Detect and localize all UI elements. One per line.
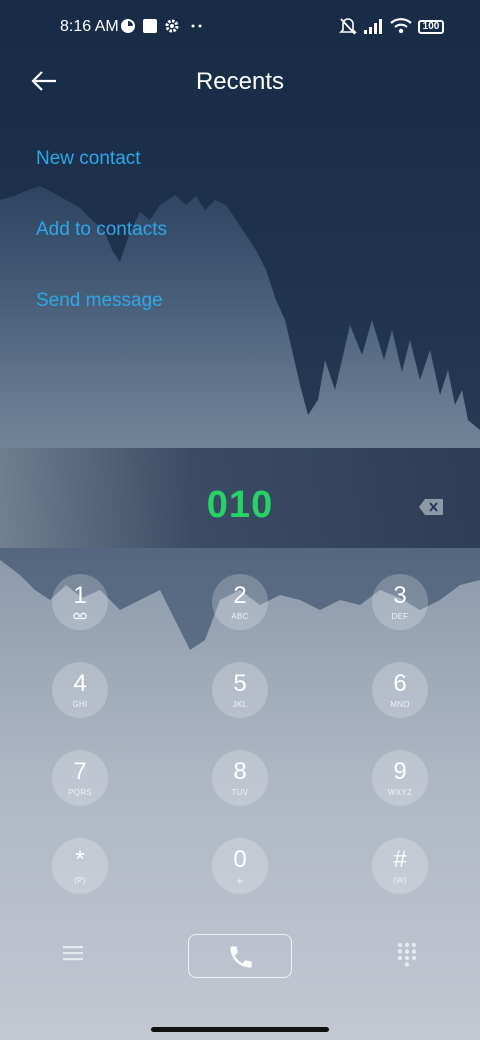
header: Recents [0, 56, 480, 106]
key-7[interactable]: 7 PQRS [52, 750, 108, 806]
key-digit: 2 [233, 582, 247, 609]
battery-icon: 100 [418, 20, 444, 34]
notification-square-icon [142, 16, 158, 36]
key-letters: JKL [232, 700, 248, 709]
key-hash[interactable]: # (W) [372, 838, 428, 894]
key-letters: (W) [393, 876, 407, 885]
status-time: 8:16 AM [60, 18, 119, 35]
key-letters: (P) [74, 876, 86, 885]
key-0[interactable]: 0 + [212, 838, 268, 894]
call-button[interactable] [188, 934, 292, 978]
more-dots-icon [190, 16, 204, 36]
key-star[interactable]: * (P) [52, 838, 108, 894]
dialpad-button[interactable] [396, 942, 418, 968]
key-letters: + [236, 874, 244, 888]
key-6[interactable]: 6 MNO [372, 662, 428, 718]
backspace-button[interactable] [418, 498, 444, 516]
dialed-number-panel: 010 [0, 448, 480, 548]
add-to-contacts-link[interactable]: Add to contacts [36, 219, 167, 241]
phone-icon [230, 946, 252, 968]
new-contact-link[interactable]: New contact [36, 148, 141, 170]
key-9[interactable]: 9 WXYZ [372, 750, 428, 806]
key-2[interactable]: 2 ABC [212, 574, 268, 630]
gear-icon [164, 16, 180, 36]
key-3[interactable]: 3 DEF [372, 574, 428, 630]
voicemail-icon [73, 612, 87, 620]
menu-icon [63, 946, 83, 961]
key-letters: TUV [231, 788, 249, 797]
dialpad-icon [397, 942, 417, 967]
key-letters: ABC [231, 612, 249, 621]
backspace-icon [419, 499, 443, 515]
key-1[interactable]: 1 [52, 574, 108, 630]
key-letters: PQRS [68, 788, 92, 797]
key-digit: 5 [233, 670, 247, 697]
home-indicator[interactable] [151, 1027, 329, 1032]
signal-icon [364, 16, 384, 36]
key-digit: 8 [233, 758, 247, 785]
key-letters: GHI [72, 700, 88, 709]
key-digit: 1 [73, 582, 87, 609]
page-title: Recents [195, 68, 285, 95]
key-letters: WXYZ [387, 788, 413, 797]
status-bar: 8:16 AM 100 [0, 0, 480, 56]
key-digit: 0 [233, 846, 247, 873]
wifi-icon [390, 16, 412, 36]
menu-button[interactable] [62, 944, 84, 962]
key-digit: 3 [393, 582, 407, 609]
dialed-number[interactable]: 010 [0, 484, 480, 527]
key-5[interactable]: 5 JKL [212, 662, 268, 718]
mute-icon [338, 16, 358, 36]
key-digit: # [393, 846, 407, 873]
key-letters: MNO [390, 700, 410, 709]
key-8[interactable]: 8 TUV [212, 750, 268, 806]
key-digit: 6 [393, 670, 407, 697]
vpn-icon [120, 16, 136, 36]
key-digit: 9 [393, 758, 407, 785]
bottom-bar [0, 930, 480, 980]
key-4[interactable]: 4 GHI [52, 662, 108, 718]
key-digit: 4 [73, 670, 87, 697]
key-digit: 7 [73, 758, 87, 785]
send-message-link[interactable]: Send message [36, 290, 163, 312]
key-letters: DEF [391, 612, 409, 621]
key-digit: * [75, 846, 85, 873]
